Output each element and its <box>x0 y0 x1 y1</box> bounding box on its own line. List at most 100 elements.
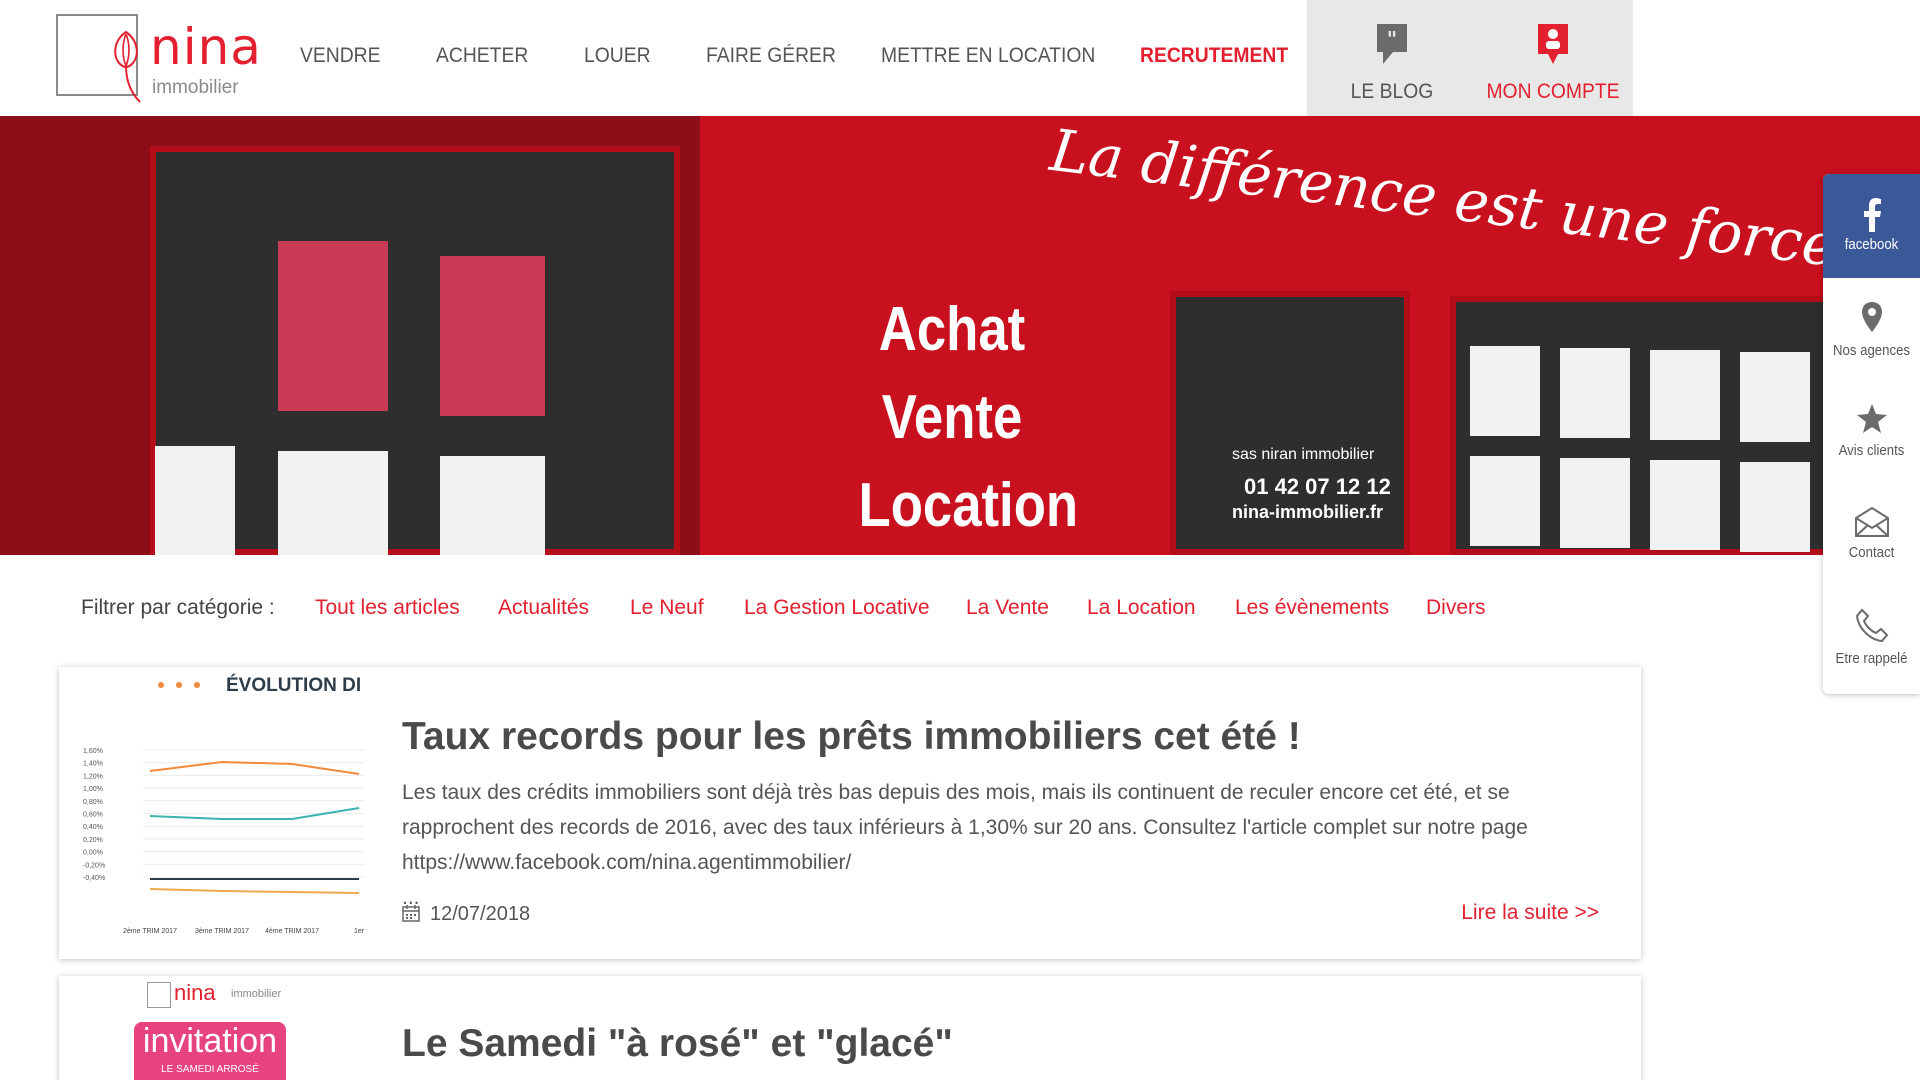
logo-name: nina <box>150 18 262 76</box>
agencies-label: Nos agences <box>1832 342 1911 359</box>
article-thumbnail[interactable]: ÉVOLUTION DI 1,60% 1,40% 1,20% 1,00% 0,80% 0,… <box>59 667 369 959</box>
thumb-badge-sub: LE SAMEDI ARROSÉ <box>161 1064 259 1075</box>
facebook-button[interactable]: facebook <box>1823 174 1920 278</box>
blog-link[interactable]: " LE BLOG <box>1312 22 1472 104</box>
agencies-button[interactable]: Nos agences <box>1823 278 1920 382</box>
thumb-brand-sub: immobilier <box>231 988 282 1000</box>
nav-mettre-en-location[interactable]: METTRE EN LOCATION <box>881 44 1095 68</box>
thumb-y-tick: 1,40% <box>83 761 103 768</box>
thumb-y-tick: 1,60% <box>83 748 103 755</box>
filter-la-location[interactable]: La Location <box>1087 596 1196 620</box>
thumb-series-yellow <box>149 888 360 894</box>
window-listing-8 <box>1470 456 1540 546</box>
article-card: ÉVOLUTION DI 1,60% 1,40% 1,20% 1,00% 0,80% 0,… <box>59 667 1641 959</box>
read-more-link[interactable]: Lire la suite >> <box>1461 901 1599 925</box>
calendar-icon <box>402 905 420 922</box>
article-excerpt: Les taux des crédits immobiliers sont dé… <box>402 775 1602 915</box>
nav-acheter[interactable]: ACHETER <box>436 44 528 68</box>
contact-button[interactable]: Contact <box>1823 486 1920 590</box>
article-thumbnail[interactable]: nina immobilier invitation LE SAMEDI ARR… <box>59 976 369 1080</box>
filter-actualites[interactable]: Actualités <box>498 596 589 620</box>
blog-account-panel: " LE BLOG MON COMPTE <box>1307 0 1633 116</box>
filter-la-vente[interactable]: La Vente <box>966 596 1049 620</box>
thumb-y-tick: 0,20% <box>83 837 103 844</box>
social-sidebar: facebook Nos agences Avis clients Contac… <box>1823 174 1920 694</box>
thumb-x-tick: 4ème TRIM 2017 <box>265 928 319 935</box>
thumb-y-tick: 0,00% <box>83 850 103 857</box>
quote-bubble-icon: " <box>1377 24 1407 64</box>
reviews-label: Avis clients <box>1838 442 1905 459</box>
hero-line-location: Location <box>858 471 1079 540</box>
thumb-y-tick: -0,40% <box>83 875 105 882</box>
logo-subtitle: immobilier <box>152 77 239 98</box>
callback-label: Etre rappelé <box>1835 650 1908 667</box>
contact-label: Contact <box>1848 544 1895 561</box>
hero-sign-phone: 01 42 07 12 12 <box>1244 474 1391 499</box>
thumb-heading: ÉVOLUTION DI <box>226 674 361 696</box>
thumb-x-tick: 2ème TRIM 2017 <box>123 928 177 935</box>
nav-faire-gerer[interactable]: FAIRE GÉRER <box>706 44 836 68</box>
thumb-y-tick: 0,80% <box>83 799 103 806</box>
article-title[interactable]: Le Samedi "à rosé" et "glacé" <box>402 1022 953 1066</box>
window-listing-11 <box>1740 462 1810 552</box>
thumb-y-tick: 1,00% <box>83 786 103 793</box>
thumb-y-tick: 0,60% <box>83 812 103 819</box>
article-title[interactable]: Taux records pour les prêts immobiliers … <box>402 715 1301 759</box>
filter-le-neuf[interactable]: Le Neuf <box>630 596 704 620</box>
callback-button[interactable]: Etre rappelé <box>1823 590 1920 694</box>
envelope-icon <box>1854 506 1889 537</box>
nav-louer[interactable]: LOUER <box>584 44 651 68</box>
window-listing-1 <box>278 451 388 555</box>
star-icon <box>1856 404 1887 433</box>
thumb-logo-frame <box>147 982 171 1008</box>
thumb-series-orange <box>149 760 360 775</box>
window-listing-6 <box>1650 350 1720 440</box>
window-listing-10 <box>1650 460 1720 550</box>
window-sign-2 <box>440 256 545 416</box>
svg-text:": " <box>1387 27 1397 51</box>
window-listing-3 <box>155 446 235 555</box>
hero-sign-website: nina-immobilier.fr <box>1232 502 1384 522</box>
account-label: MON COMPTE <box>1486 80 1620 103</box>
filter-label: Filtrer par catégorie : <box>81 596 275 619</box>
thumb-x-tick: 1er <box>354 928 365 935</box>
thumb-x-axis: 2ème TRIM 2017 3ème TRIM 2017 4ème TRIM 20… <box>123 928 365 935</box>
hero-sign-company: sas niran immobilier <box>1232 446 1375 463</box>
thumb-badge-text: invitation <box>142 1022 278 1060</box>
article-excerpt-text: Les taux des crédits immobiliers sont dé… <box>402 781 1528 874</box>
filter-all-articles[interactable]: Tout les articles <box>315 596 460 620</box>
window-listing-7 <box>1740 352 1810 442</box>
hero-line-achat: Achat <box>878 295 1026 364</box>
window-listing-9 <box>1560 458 1630 548</box>
filter-divers[interactable]: Divers <box>1426 596 1486 620</box>
rate-chart-thumbnail: ÉVOLUTION DI 1,60% 1,40% 1,20% 1,00% 0,80% 0,… <box>83 674 365 935</box>
window-sign-1 <box>278 241 388 411</box>
window-listing-5 <box>1560 348 1630 438</box>
phone-icon <box>1855 608 1888 643</box>
tulip-logo-icon <box>114 30 141 103</box>
nav-recrutement[interactable]: RECRUTEMENT <box>1140 44 1288 68</box>
site-logo[interactable]: nina immobilier <box>56 14 262 103</box>
filter-evenements[interactable]: Les évènements <box>1235 596 1389 620</box>
thumb-y-tick: -0,20% <box>83 862 105 869</box>
article-date-text: 12/07/2018 <box>430 903 531 925</box>
filter-gestion-locative[interactable]: La Gestion Locative <box>744 596 930 620</box>
hero-slogan: La différence est une force <box>1046 116 1841 280</box>
thumb-x-tick: 3ème TRIM 2017 <box>195 928 249 935</box>
hero-banner: La différence est une force Achat Vente … <box>0 116 1920 555</box>
user-bubble-icon <box>1538 24 1568 64</box>
article-card: nina immobilier invitation LE SAMEDI ARR… <box>59 976 1641 1080</box>
facebook-label: facebook <box>1844 236 1899 253</box>
account-link[interactable]: MON COMPTE <box>1473 22 1633 104</box>
thumb-invitation-badge: invitation LE SAMEDI ARROSÉ <box>134 1022 286 1080</box>
blog-label: LE BLOG <box>1350 80 1434 103</box>
reviews-button[interactable]: Avis clients <box>1823 382 1920 486</box>
facebook-icon <box>1863 198 1881 232</box>
thumb-y-tick: 1,20% <box>83 773 103 780</box>
thumb-brand: nina <box>174 980 216 1005</box>
window-listing-4 <box>1470 346 1540 436</box>
window-listing-2 <box>440 456 545 555</box>
nav-vendre[interactable]: VENDRE <box>300 44 381 68</box>
thumb-y-tick: 0,40% <box>83 824 103 831</box>
site-header: nina immobilier VENDRE ACHETER LOUER FAI… <box>0 0 1920 116</box>
